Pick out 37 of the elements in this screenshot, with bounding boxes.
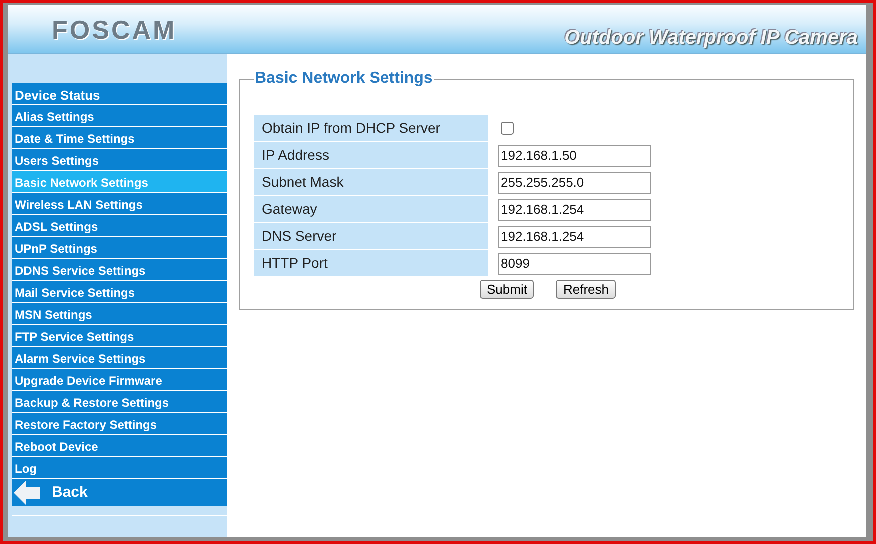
sidebar-item[interactable]: Log [12, 457, 227, 479]
sidebar-item[interactable]: Restore Factory Settings [12, 413, 227, 435]
sidebar-item[interactable]: Reboot Device [12, 435, 227, 457]
input-field[interactable]: 8099 [498, 252, 651, 274]
arrow-left-icon [14, 480, 40, 504]
sidebar-item[interactable]: Alias Settings [12, 105, 227, 127]
sidebar-item[interactable]: Wireless LAN Settings [12, 193, 227, 215]
sidebar-item[interactable]: ADSL Settings [12, 215, 227, 237]
field-label: HTTP Port [254, 250, 488, 277]
sidebar-item[interactable]: Date & Time Settings [12, 127, 227, 149]
sidebar-item[interactable]: Upgrade Device Firmware [12, 369, 227, 391]
sidebar-item[interactable]: UPnP Settings [12, 237, 227, 259]
refresh-button[interactable]: Refresh [556, 280, 616, 299]
section-title: Basic Network Settings [254, 70, 434, 88]
field-label: Obtain IP from DHCP Server [254, 115, 488, 142]
input-field[interactable]: 255.255.255.0 [498, 172, 651, 194]
sidebar-item[interactable]: Backup & Restore Settings [12, 391, 227, 413]
submit-button[interactable]: Submit [480, 280, 534, 299]
input-field[interactable]: 192.168.1.254 [498, 226, 651, 248]
back-button[interactable]: Back [12, 479, 227, 506]
sidebar-item[interactable]: FTP Service Settings [12, 325, 227, 347]
sidebar-item[interactable]: MSN Settings [12, 303, 227, 325]
field-label: Subnet Mask [254, 169, 488, 196]
input-field[interactable]: 192.168.1.254 [498, 198, 651, 220]
sidebar-item[interactable]: DDNS Service Settings [12, 259, 227, 281]
sidebar-item[interactable]: Device Status [12, 83, 227, 105]
field-label: IP Address [254, 142, 488, 169]
sidebar-item[interactable]: Alarm Service Settings [12, 347, 227, 369]
logo: FOSCAM [52, 14, 177, 46]
dhcp-checkbox[interactable] [501, 122, 514, 135]
input-field[interactable]: 192.168.1.50 [498, 144, 651, 166]
sidebar-item[interactable]: Basic Network Settings [12, 171, 227, 193]
sidebar-item[interactable]: Mail Service Settings [12, 281, 227, 303]
header-tagline: Outdoor Waterproof IP Camera [564, 26, 858, 50]
sidebar-item[interactable]: Users Settings [12, 149, 227, 171]
field-label: Gateway [254, 196, 488, 223]
field-label: DNS Server [254, 223, 488, 250]
